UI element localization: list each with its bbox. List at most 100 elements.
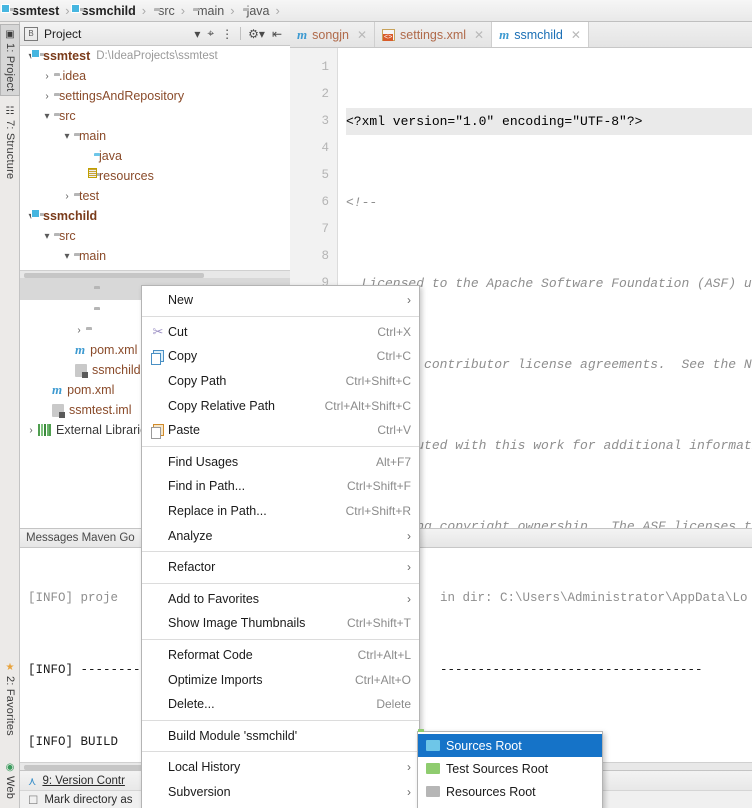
menu-item-refactor[interactable]: Refactor › [142, 555, 419, 580]
tree-node-ssmchild-src[interactable]: ▾ src [20, 226, 290, 246]
menu-item-label: Show Image Thumbnails [168, 616, 306, 631]
locate-icon[interactable]: ⌖ [207, 26, 214, 41]
menu-item-show-image-thumbnails[interactable]: Show Image Thumbnails Ctrl+Shift+T [142, 611, 419, 636]
menu-item-copy[interactable]: Copy Ctrl+C [142, 344, 419, 369]
menu-item-delete[interactable]: Delete... Delete [142, 692, 419, 717]
branch-icon: ⋏ [28, 775, 37, 788]
chevron-down-icon[interactable]: ▾ [60, 131, 74, 142]
project-panel-header: B Project ▾ ⌖ ⋮ ⚙▾ ⇤ [20, 22, 290, 46]
menu-item-analyze[interactable]: Analyze › [142, 523, 419, 548]
sidebar-item-project[interactable]: ▣ 1: Project [0, 24, 20, 96]
web-icon: ◉ [4, 762, 16, 774]
menu-item-cut[interactable]: ✂ Cut Ctrl+X [142, 320, 419, 345]
hide-icon[interactable]: ⇤ [272, 27, 282, 41]
chevron-down-icon[interactable]: ▾ [194, 27, 200, 41]
line-number: 1 [321, 60, 329, 74]
project-icon: ▣ [4, 29, 16, 41]
collapse-all-icon[interactable]: ⋮ [221, 27, 233, 41]
close-icon[interactable]: ✕ [474, 28, 484, 42]
tree-node-settingsandrepository[interactable]: › settingsAndRepository [20, 86, 290, 106]
chevron-right-icon: › [407, 760, 411, 775]
menu-item-copy-path[interactable]: Copy Path Ctrl+Shift+C [142, 369, 419, 394]
chevron-right-icon: › [407, 591, 411, 606]
tree-node-src[interactable]: ▾ src [20, 106, 290, 126]
menu-item-paste[interactable]: Paste Ctrl+V [142, 418, 419, 443]
menu-item-build-module[interactable]: Build Module 'ssmchild' [142, 724, 419, 749]
submenu-item-sources-root[interactable]: Sources Root [418, 734, 602, 757]
submenu-item-resources-root[interactable]: Resources Root [418, 780, 602, 803]
submenu-item-test-sources-root[interactable]: Test Sources Root [418, 757, 602, 780]
tree-node-resources[interactable]: resources [20, 166, 290, 186]
menu-item-find-usages[interactable]: Find Usages Alt+F7 [142, 450, 419, 475]
breadcrumb-item-ssmtest[interactable]: ssmtest › [6, 0, 76, 22]
chevron-down-icon[interactable]: ▾ [40, 231, 54, 242]
menu-item-accelerator: Ctrl+X [377, 324, 411, 339]
chevron-right-icon[interactable]: › [72, 325, 86, 336]
tree-node-path: D:\IdeaProjects\ssmtest [96, 50, 218, 62]
tree-node-label: External Libraries [56, 423, 154, 437]
menu-item-reformat-code[interactable]: Reformat Code Ctrl+Alt+L [142, 643, 419, 668]
sidebar-item-label: 2: Favorites [4, 676, 16, 737]
menu-item-accelerator: Ctrl+Shift+F [346, 479, 411, 494]
chevron-right-icon[interactable]: › [24, 425, 38, 436]
tree-node-ssmchild[interactable]: ▾ ssmchild [20, 206, 290, 226]
tab-ssmchild[interactable]: m ssmchild ✕ [492, 22, 589, 47]
line-number: 6 [321, 195, 329, 209]
menu-item-accelerator: Ctrl+Alt+Shift+C [324, 398, 411, 413]
tree-node-main[interactable]: ▾ main [20, 126, 290, 146]
tree-node-java[interactable]: java [20, 146, 290, 166]
sidebar-item-structure[interactable]: ☷ 7: Structure [0, 102, 20, 188]
menu-item-find-in-path[interactable]: Find in Path... Ctrl+Shift+F [142, 474, 419, 499]
breadcrumb: ssmtest › ssmchild › src › main › java › [0, 0, 752, 22]
menu-item-add-to-favorites[interactable]: Add to Favorites › [142, 587, 419, 612]
menu-item-new[interactable]: New › [142, 288, 419, 313]
tree-node-idea[interactable]: › .idea [20, 66, 290, 86]
close-icon[interactable]: ✕ [571, 28, 581, 42]
menu-item-label: Build Module 'ssmchild' [168, 728, 298, 743]
tab-songjn[interactable]: m songjn ✕ [290, 22, 376, 47]
folder-icon: ☐ [28, 794, 39, 807]
breadcrumb-item-src[interactable]: src › [152, 0, 191, 22]
tree-node-label: main [79, 249, 107, 263]
project-tree-hscrollbar[interactable] [20, 270, 290, 278]
menu-item-accelerator: Ctrl+Alt+L [357, 648, 411, 663]
chevron-right-icon[interactable]: › [40, 71, 54, 82]
breadcrumb-item-main[interactable]: main › [191, 0, 240, 22]
chevron-right-icon: › [407, 293, 411, 308]
sidebar-item-label: 7: Structure [4, 120, 16, 180]
menu-item-local-history[interactable]: Local History › [142, 755, 419, 780]
menu-separator [142, 315, 419, 317]
project-tree[interactable]: ▾ ssmtest D:\IdeaProjects\ssmtest › .ide… [20, 46, 290, 278]
structure-icon: ☷ [4, 106, 16, 118]
mark-directory-as-submenu[interactable]: Sources Root Test Sources Root Resources… [417, 731, 603, 808]
gear-icon[interactable]: ⚙▾ [248, 27, 265, 41]
sidebar-item-favorites[interactable]: ★ 2: Favorites [0, 658, 20, 752]
breadcrumb-item-java[interactable]: java › [241, 0, 286, 22]
menu-separator [142, 751, 419, 753]
chevron-right-icon[interactable]: › [60, 191, 74, 202]
menu-item-label: Paste [168, 423, 200, 438]
menu-item-label: Add to Favorites [168, 591, 260, 606]
chevron-down-icon[interactable]: ▾ [60, 251, 74, 262]
status-version-control[interactable]: 9: Version Contr [42, 775, 124, 787]
tree-node-ssmtest[interactable]: ▾ ssmtest D:\IdeaProjects\ssmtest [20, 46, 290, 66]
tree-node-test[interactable]: › test [20, 186, 290, 206]
context-menu[interactable]: New › ✂ Cut Ctrl+X Copy Ctrl+C Copy Path… [141, 285, 420, 808]
menu-item-replace-in-path[interactable]: Replace in Path... Ctrl+Shift+R [142, 499, 419, 524]
tab-label: ssmchild [514, 27, 563, 42]
tab-settings-xml[interactable]: settings.xml ✕ [375, 22, 493, 47]
menu-item-optimize-imports[interactable]: Optimize Imports Ctrl+Alt+O [142, 667, 419, 692]
menu-item-accelerator: Alt+F7 [375, 454, 411, 469]
chevron-right-icon[interactable]: › [40, 91, 54, 102]
menu-item-label: Find in Path... [168, 479, 246, 494]
breadcrumb-item-ssmchild[interactable]: ssmchild › [76, 0, 153, 22]
chevron-down-icon[interactable]: ▾ [40, 111, 54, 122]
submenu-item-test-resources-root[interactable]: Test Resources Root [418, 803, 602, 808]
sidebar-item-web[interactable]: ◉ Web [0, 758, 20, 808]
menu-item-synchronize[interactable]: ↻ Synchronize 'java' [142, 804, 419, 808]
menu-item-subversion[interactable]: Subversion › [142, 780, 419, 805]
tree-node-ssmchild-main[interactable]: ▾ main [20, 246, 290, 266]
close-icon[interactable]: ✕ [357, 28, 367, 42]
tree-node-label: src [59, 109, 76, 123]
menu-item-copy-relative-path[interactable]: Copy Relative Path Ctrl+Alt+Shift+C [142, 393, 419, 418]
